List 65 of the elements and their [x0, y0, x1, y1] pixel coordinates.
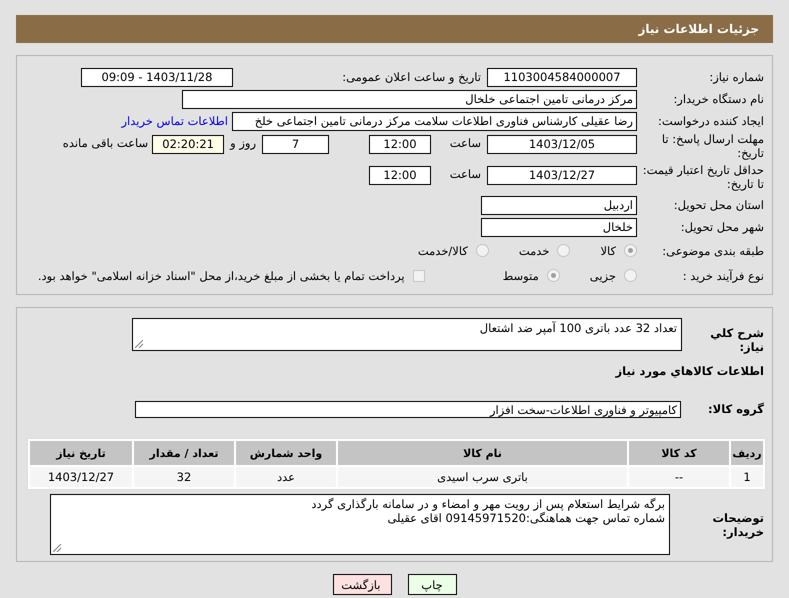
city-field[interactable]: خلخال [481, 218, 637, 236]
field-label: ساعت باقی مانده [62, 136, 150, 150]
checkbox-label: پرداخت تمام یا بخشی از مبلغ خرید،از محل "اسناد خزانه اسلامی" خواهد بود. [38, 268, 405, 282]
field-label: ایجاد کننده درخواست: [657, 114, 765, 128]
page-title: جزئیات اطلاعات نیاز [638, 22, 759, 36]
field-label: شرح کلي نیاز: [709, 326, 765, 354]
date-field[interactable]: 1403/12/27 [487, 166, 637, 185]
field-label: ساعت [448, 136, 482, 150]
checkbox[interactable] [412, 270, 425, 282]
field-label: شهر محل تحویل: [680, 220, 765, 234]
radio-button[interactable] [476, 244, 489, 257]
radio-label: کالا/خدمت [418, 244, 468, 258]
field-label: نام دستگاه خریدار: [672, 92, 765, 106]
notes-line: برگه شرایط استعلام پس از رویت مهر و امضاء و در سامانه بارگذاری گردد [310, 497, 665, 511]
table-cell: 32 [134, 467, 234, 487]
field-label: ساعت [448, 167, 482, 181]
requester-field[interactable]: رضا عقیلی کارشناس فناوری اطلاعات سلامت مرکز درمانی تامین اجتماعی خلخ [232, 112, 637, 130]
print-button[interactable]: چاپ [408, 574, 456, 595]
field-label: روز و [228, 136, 257, 150]
table-cell: باتری سرب اسیدی [338, 467, 627, 487]
radio-label: متوسط [502, 268, 539, 282]
column-header: تعداد / مقدار [134, 441, 234, 465]
radio-button[interactable] [546, 269, 560, 282]
radio-label: جزیی [590, 268, 616, 282]
contact-link[interactable]: اطلاعات تماس خریدار [121, 114, 228, 128]
table-cell: عدد [236, 467, 336, 487]
section-heading: اطلاعات کالاهاي مورد نياز [614, 363, 765, 380]
back-button[interactable]: بازگشت [332, 574, 392, 595]
table-cell: -- [629, 467, 729, 487]
description-field[interactable]: تعداد 32 عدد باتری 100 آمپر ضد اشتعال [132, 318, 682, 351]
field-label: حداقل تاریخ اعتبار قیمت: تا تاریخ: [642, 163, 765, 191]
field-label: شماره نیاز: [708, 70, 765, 84]
buyer-org-field[interactable]: مرکز درمانی تامین اجتماعی خلخال [182, 90, 637, 108]
radio-button[interactable] [557, 244, 570, 257]
time-field[interactable]: 12:00 [369, 166, 431, 185]
date-field[interactable]: 1403/12/05 [487, 135, 637, 154]
resize-grip-icon [53, 544, 61, 552]
field-label: گروه کالا: [707, 402, 765, 416]
table-cell: 1 [731, 467, 763, 487]
field-label: نوع فرآیند خرید : [682, 268, 765, 282]
column-header: کد کالا [629, 441, 729, 465]
goods-group-field[interactable]: کامپیوتر و فناوری اطلاعات-سخت افزار [135, 400, 681, 418]
column-header: نام کالا [338, 441, 627, 465]
radio-label: کالا [600, 244, 616, 258]
province-field[interactable]: اردبیل [481, 196, 637, 214]
resize-grip-icon [135, 340, 143, 348]
radio-button[interactable] [624, 244, 637, 257]
announce-date-field[interactable]: 1403/11/28 - 09:09 [81, 68, 233, 86]
column-header: واحد شمارش [236, 441, 336, 465]
field-label: توضیحات خریدار: [712, 510, 765, 538]
column-header: ردیف [731, 441, 763, 465]
column-header: تاریخ نیاز [30, 441, 132, 465]
countdown-field[interactable]: 02:20:21 [152, 135, 224, 154]
buyer-notes-field[interactable]: برگه شرایط استعلام پس از رویت مهر و امضاء و در سامانه بارگذاری گردد شماره تماس جهت هماهنگی:09145971520 اقای عقیلی [50, 494, 670, 555]
table-cell: 1403/12/27 [30, 467, 132, 487]
notes-line: شماره تماس جهت هماهنگی:09145971520 اقای عقیلی [386, 511, 665, 525]
field-label: مهلت ارسال پاسخ: تا تاریخ: [660, 132, 765, 160]
field-label: تاریخ و ساعت اعلان عمومی: [341, 70, 482, 84]
radio-label: خدمت [518, 244, 550, 258]
field-label: استان محل تحویل: [672, 198, 765, 212]
radio-button[interactable] [624, 269, 637, 282]
time-field[interactable]: 12:00 [369, 135, 431, 154]
days-field[interactable]: 7 [262, 135, 329, 154]
need-number-field[interactable]: 1103004584000007 [487, 68, 637, 86]
field-label: طبقه بندی موضوعی: [661, 244, 765, 258]
